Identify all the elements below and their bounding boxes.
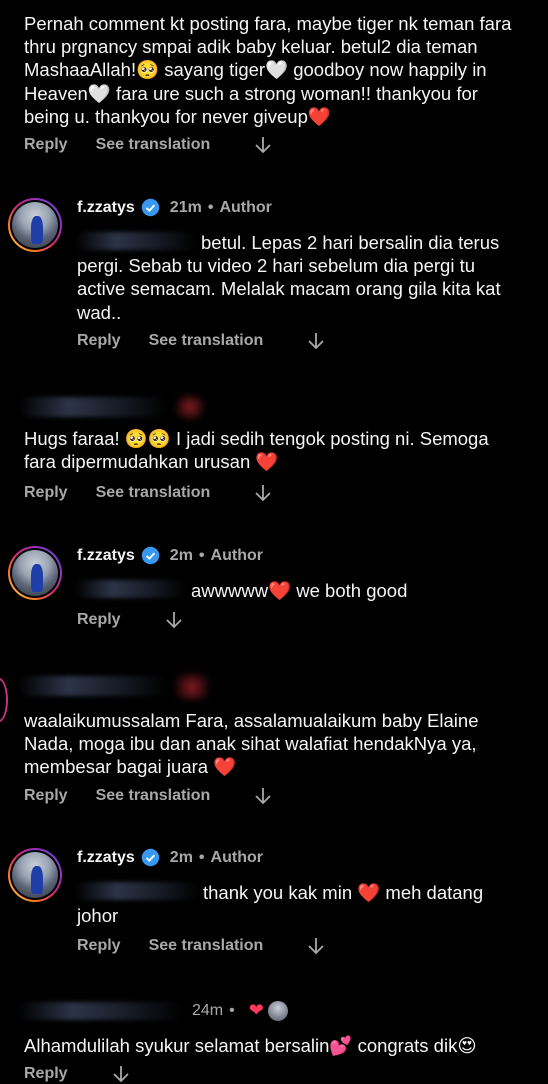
- see-translation-button[interactable]: See translation: [149, 937, 264, 955]
- arrow-down-icon[interactable]: [254, 483, 272, 503]
- comment-actions: Reply See translation: [77, 936, 325, 956]
- avatar-ring-partial: [0, 678, 8, 722]
- comment-header: 24m • ❤: [192, 1000, 288, 1021]
- timestamp: 24m: [192, 1001, 224, 1019]
- comment-3: Hugs faraa! 🥺🥺 I jadi sedih tengok posti…: [0, 385, 548, 515]
- username-redacted: [18, 676, 168, 696]
- timestamp: 2m: [169, 546, 193, 564]
- verified-icon: [141, 198, 160, 217]
- arrow-down-icon[interactable]: [254, 786, 272, 806]
- comment-text: Alhamdulilah syukur selamat bersalin💕 co…: [24, 1035, 477, 1056]
- redacted-mark: [170, 395, 210, 419]
- timestamp: 2m: [169, 848, 193, 866]
- comment-actions: Reply See translation: [77, 331, 325, 351]
- comment-4: f.zzatys 2m • Author awwwww❤️ we both go…: [0, 538, 548, 638]
- reply-button[interactable]: Reply: [77, 937, 121, 955]
- verified-icon: [141, 848, 160, 867]
- arrow-down-icon[interactable]: [307, 936, 325, 956]
- comment-2: f.zzatys 21m • Author betul. Lepas 2 har…: [0, 190, 548, 370]
- reply-button[interactable]: Reply: [24, 787, 68, 805]
- arrow-down-icon[interactable]: [254, 135, 272, 155]
- comment-header: f.zzatys 2m • Author: [77, 848, 263, 867]
- verified-icon: [141, 546, 160, 565]
- separator: •: [198, 546, 205, 564]
- comment-5: waalaikumussalam Fara, assalamualaikum b…: [0, 664, 548, 814]
- arrow-down-icon[interactable]: [307, 331, 325, 351]
- timestamp: 21m: [169, 198, 202, 216]
- separator: •: [198, 848, 205, 866]
- reply-button[interactable]: Reply: [24, 136, 68, 154]
- comment-7: 24m • ❤ Alhamdulilah syukur selamat bers…: [0, 990, 548, 1083]
- separator: •: [207, 198, 214, 216]
- comment-6: f.zzatys 2m • Author thank you kak min ❤…: [0, 840, 548, 965]
- comment-actions: Reply: [24, 1064, 130, 1084]
- username-redacted: [18, 1002, 183, 1020]
- comment-header: f.zzatys 21m • Author: [77, 198, 272, 217]
- reply-button[interactable]: Reply: [24, 1065, 68, 1083]
- liked-by-author-heart-icon: ❤: [248, 1000, 264, 1020]
- see-translation-button[interactable]: See translation: [96, 136, 211, 154]
- author-avatar-mini: [267, 1000, 288, 1021]
- comment-actions: Reply See translation: [24, 483, 272, 503]
- see-translation-button[interactable]: See translation: [96, 787, 211, 805]
- username-redacted: [18, 397, 168, 417]
- author-label: Author: [210, 546, 263, 564]
- see-translation-button[interactable]: See translation: [96, 484, 211, 502]
- comment-text: awwwww❤️ we both good: [191, 580, 408, 601]
- comment-actions: Reply See translation: [24, 786, 272, 806]
- username[interactable]: f.zzatys: [77, 199, 135, 217]
- comment-text: waalaikumussalam Fara, assalamualaikum b…: [24, 710, 484, 778]
- reply-button[interactable]: Reply: [24, 484, 68, 502]
- reply-button[interactable]: Reply: [77, 332, 121, 350]
- username[interactable]: f.zzatys: [77, 547, 135, 565]
- comment-text: Pernah comment kt posting fara, maybe ti…: [24, 13, 517, 127]
- reply-button[interactable]: Reply: [77, 611, 121, 629]
- arrow-down-icon[interactable]: [165, 610, 183, 630]
- see-translation-button[interactable]: See translation: [149, 332, 264, 350]
- avatar[interactable]: [8, 848, 62, 902]
- redacted-mark: [168, 674, 216, 700]
- author-label: Author: [219, 198, 272, 216]
- author-label: Author: [210, 848, 263, 866]
- separator: •: [229, 1001, 235, 1019]
- comment-text: betul. Lepas 2 hari bersalin dia terus p…: [77, 232, 506, 323]
- comment-1: Pernah comment kt posting fara, maybe ti…: [0, 0, 548, 170]
- comment-header: f.zzatys 2m • Author: [77, 546, 263, 565]
- comment-actions: Reply: [77, 610, 183, 630]
- comment-actions: Reply See translation: [24, 135, 272, 155]
- avatar[interactable]: [8, 198, 62, 252]
- comment-text: Hugs faraa! 🥺🥺 I jadi sedih tengok posti…: [24, 428, 494, 473]
- arrow-down-icon[interactable]: [112, 1064, 130, 1084]
- username[interactable]: f.zzatys: [77, 849, 135, 867]
- avatar[interactable]: [8, 546, 62, 600]
- comment-text: thank you kak min ❤️ meh datang johor: [77, 882, 489, 927]
